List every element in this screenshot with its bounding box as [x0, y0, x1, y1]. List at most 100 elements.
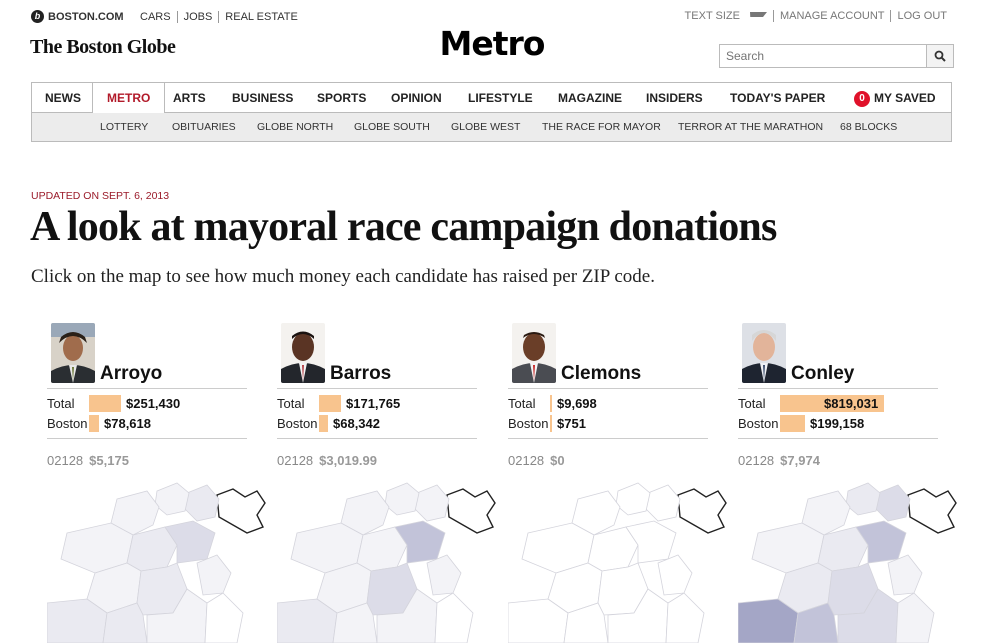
zip-region[interactable]	[895, 592, 935, 643]
boston-globe-logo[interactable]: The Boston Globe	[30, 36, 176, 59]
cars-link[interactable]: CARS	[134, 11, 177, 23]
boston-com-link[interactable]: b BOSTON.COM	[31, 10, 124, 23]
zip-region[interactable]	[384, 482, 420, 516]
zip-region-selected[interactable]	[446, 488, 496, 534]
boston-row: Boston $751	[508, 415, 708, 433]
zip-map[interactable]	[47, 463, 267, 643]
subnav-globe-north[interactable]: GLOBE NORTH	[257, 113, 333, 141]
my-saved-label: MY SAVED	[874, 91, 936, 105]
total-bar	[319, 395, 341, 412]
nav-my-saved[interactable]: 0 MY SAVED	[854, 83, 936, 113]
divider	[738, 438, 938, 439]
zip-region[interactable]	[196, 554, 232, 596]
search-button[interactable]	[926, 45, 953, 67]
sub-nav: LOTTERY OBITUARIES GLOBE NORTH GLOBE SOU…	[31, 113, 952, 142]
real-estate-link[interactable]: REAL ESTATE	[218, 11, 304, 23]
total-label: Total	[277, 396, 305, 411]
subnav-68-blocks[interactable]: 68 BLOCKS	[840, 113, 897, 141]
candidate-name: Arroyo	[100, 363, 163, 384]
total-value: $251,430	[126, 396, 181, 411]
zip-region[interactable]	[434, 592, 474, 643]
boston-bar	[550, 415, 552, 432]
zip-region[interactable]	[204, 592, 244, 643]
zip-region[interactable]	[426, 554, 462, 596]
candidate-photo	[51, 323, 95, 383]
log-out-link[interactable]: LOG OUT	[890, 10, 953, 22]
boston-row: Boston $199,158	[738, 415, 938, 433]
nav-news[interactable]: NEWS	[45, 83, 81, 113]
subnav-terror-marathon[interactable]: TERROR AT THE MARATHON	[678, 113, 823, 141]
total-value: $819,031	[824, 396, 879, 411]
top-links: CARS JOBS REAL ESTATE	[134, 11, 304, 23]
zip-map[interactable]	[738, 463, 958, 643]
text-size-menu[interactable]: TEXT SIZE	[673, 10, 773, 22]
candidate-photo	[742, 323, 786, 383]
nav-magazine[interactable]: MAGAZINE	[558, 83, 622, 113]
boston-value: $68,342	[333, 416, 380, 431]
zip-region-selected[interactable]	[677, 488, 727, 534]
zip-region-selected[interactable]	[216, 488, 266, 534]
boston-label: Boston	[47, 416, 88, 431]
candidate-name: Conley	[791, 363, 855, 384]
nav-business[interactable]: BUSINESS	[232, 83, 293, 113]
zip-map[interactable]	[277, 463, 497, 643]
candidate-photo	[281, 323, 325, 383]
nav-metro[interactable]: METRO	[92, 83, 166, 114]
account-links: TEXT SIZE MANAGE ACCOUNT LOG OUT	[673, 10, 953, 22]
boston-bar	[780, 415, 805, 432]
subnav-globe-west[interactable]: GLOBE WEST	[451, 113, 520, 141]
subnav-obituaries[interactable]: OBITUARIES	[172, 113, 236, 141]
boston-row: Boston $78,618	[47, 415, 247, 433]
zip-region[interactable]	[845, 482, 881, 516]
divider	[277, 438, 477, 439]
zip-region[interactable]	[154, 482, 190, 516]
divider	[47, 438, 247, 439]
total-row: Total $9,698	[508, 395, 708, 413]
search-icon	[934, 50, 946, 62]
divider	[47, 388, 247, 389]
main-nav: NEWS METRO ARTS BUSINESS SPORTS OPINION …	[31, 82, 952, 114]
total-label: Total	[738, 396, 766, 411]
jobs-link[interactable]: JOBS	[176, 11, 219, 23]
boston-com-logo-icon: b	[31, 10, 44, 23]
subnav-globe-south[interactable]: GLOBE SOUTH	[354, 113, 430, 141]
search-input[interactable]	[720, 45, 926, 67]
boston-bar	[319, 415, 328, 432]
text-size-label: TEXT SIZE	[684, 10, 740, 22]
total-bar	[550, 395, 552, 412]
boston-bar	[89, 415, 99, 432]
headline: A look at mayoral race campaign donation…	[30, 204, 777, 250]
nav-opinion[interactable]: OPINION	[391, 83, 442, 113]
zip-region[interactable]	[414, 484, 450, 522]
zip-region[interactable]	[645, 484, 681, 522]
total-row: Total $819,031	[738, 395, 938, 413]
zip-region-selected[interactable]	[907, 488, 957, 534]
subnav-race-for-mayor[interactable]: THE RACE FOR MAYOR	[542, 113, 661, 141]
nav-insiders[interactable]: INSIDERS	[646, 83, 703, 113]
zip-region[interactable]	[615, 482, 651, 516]
manage-account-link[interactable]: MANAGE ACCOUNT	[772, 10, 891, 22]
caret-down-icon	[749, 12, 767, 17]
zip-region[interactable]	[887, 554, 923, 596]
total-row: Total $251,430	[47, 395, 247, 413]
updated-timestamp: UPDATED ON SEPT. 6, 2013	[31, 190, 170, 202]
zip-region[interactable]	[184, 484, 220, 522]
saved-count-badge: 0	[854, 91, 870, 107]
boston-row: Boston $68,342	[277, 415, 477, 433]
dek: Click on the map to see how much money e…	[31, 266, 655, 287]
zip-region[interactable]	[665, 592, 705, 643]
zip-region[interactable]	[875, 484, 911, 522]
zip-map[interactable]	[508, 463, 728, 643]
candidate-photo	[512, 323, 556, 383]
boston-label: Boston	[277, 416, 318, 431]
candidate-name: Clemons	[561, 363, 642, 384]
nav-lifestyle[interactable]: LIFESTYLE	[468, 83, 533, 113]
zip-region[interactable]	[657, 554, 693, 596]
nav-sports[interactable]: SPORTS	[317, 83, 366, 113]
nav-arts[interactable]: ARTS	[173, 83, 206, 113]
total-value: $171,765	[346, 396, 401, 411]
divider	[277, 388, 477, 389]
divider	[738, 388, 938, 389]
nav-todays-paper[interactable]: TODAY'S PAPER	[730, 83, 825, 113]
subnav-lottery[interactable]: LOTTERY	[100, 113, 148, 141]
